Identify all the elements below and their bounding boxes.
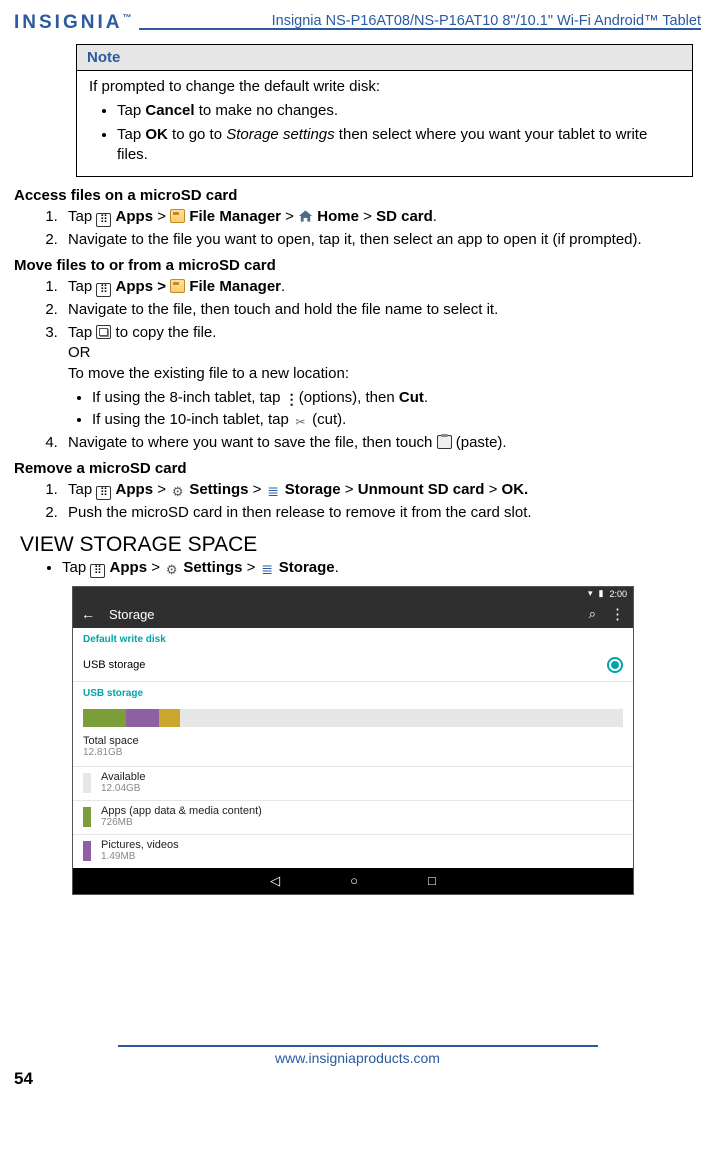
settings-icon	[170, 485, 185, 499]
move-step-2: Navigate to the file, then touch and hol…	[62, 300, 701, 320]
appbar-title: Storage	[109, 607, 575, 622]
move-step-3: Tap to copy the file. OR To move the exi…	[62, 323, 701, 430]
paste-icon	[437, 435, 452, 449]
storage-icon	[266, 485, 281, 499]
radio-selected-icon	[607, 657, 623, 673]
access-step-2: Navigate to the file you want to open, t…	[62, 230, 701, 250]
swatch-available	[83, 773, 91, 793]
row-pictures[interactable]: Pictures, videos1.49MB	[73, 835, 633, 868]
remove-step-2: Push the microSD card in then release to…	[62, 503, 701, 523]
row-total-space[interactable]: Total space 12.81GB	[73, 729, 633, 767]
remove-title: Remove a microSD card	[14, 460, 701, 477]
row-apps[interactable]: Apps (app data & media content)726MB	[73, 801, 633, 835]
search-icon[interactable]: ⌕	[589, 606, 596, 622]
move-step-4: Navigate to where you want to save the f…	[62, 433, 701, 453]
remove-step-1: Tap Apps > Settings > Storage > Unmount …	[62, 480, 701, 500]
section-usb-storage: USB storage	[73, 682, 633, 703]
app-bar: ← Storage ⌕ ⋮	[73, 600, 633, 628]
storage-screenshot: ▾ ▮ 2:00 ← Storage ⌕ ⋮ Default write dis…	[72, 586, 634, 895]
page-number: 54	[14, 1069, 701, 1089]
move-title: Move files to or from a microSD card	[14, 257, 701, 274]
nav-bar: ◁ ○ □	[73, 868, 633, 894]
apps-icon	[96, 486, 111, 500]
swatch-pictures	[83, 841, 91, 861]
settings-icon	[164, 563, 179, 577]
move-subintro: To move the existing file to a new locat…	[68, 364, 701, 384]
copy-icon	[96, 325, 111, 339]
note-title: Note	[77, 45, 692, 71]
move-sub-8inch: If using the 8-inch tablet, tap (options…	[92, 388, 701, 408]
row-usb-storage-radio[interactable]: USB storage	[73, 649, 633, 682]
page-footer: www.insigniaproducts.com	[14, 1045, 701, 1067]
status-bar: ▾ ▮ 2:00	[73, 587, 633, 600]
nav-home-icon[interactable]: ○	[350, 873, 358, 889]
swatch-apps	[83, 807, 91, 827]
access-step-1: Tap Apps > File Manager > Home > SD card…	[62, 207, 701, 227]
file-manager-icon	[170, 209, 185, 223]
view-step-1: Tap Apps > Settings > Storage.	[62, 559, 701, 578]
move-step-1: Tap Apps > File Manager.	[62, 277, 701, 297]
storage-bar	[83, 709, 623, 727]
brand-logo: INSIGNIA™	[14, 12, 131, 34]
battery-icon: ▮	[599, 588, 604, 599]
note-intro: If prompted to change the default write …	[89, 77, 680, 97]
cut-icon	[293, 415, 308, 429]
note-box: Note If prompted to change the default w…	[76, 44, 693, 177]
model-line: Insignia NS-P16AT08/NS-P16AT10 8"/10.1" …	[139, 13, 701, 29]
storage-icon	[260, 563, 275, 577]
clock: 2:00	[609, 589, 627, 599]
or-text: OR	[68, 343, 701, 363]
footer-url[interactable]: www.insigniaproducts.com	[275, 1050, 440, 1066]
apps-icon	[90, 564, 105, 578]
home-icon	[298, 209, 313, 223]
view-storage-heading: VIEW STORAGE SPACE	[20, 533, 701, 557]
note-item-cancel: Tap Cancel to make no changes.	[117, 101, 680, 121]
move-sub-10inch: If using the 10-inch tablet, tap (cut).	[92, 410, 701, 430]
nav-recent-icon[interactable]: □	[428, 873, 436, 889]
nav-back-icon[interactable]: ◁	[270, 873, 280, 889]
wifi-icon: ▾	[588, 588, 593, 599]
overflow-icon[interactable]: ⋮	[610, 605, 625, 623]
apps-icon	[96, 283, 111, 297]
row-available[interactable]: Available12.04GB	[73, 767, 633, 801]
access-title: Access files on a microSD card	[14, 187, 701, 204]
apps-icon	[96, 213, 111, 227]
section-default-write-disk: Default write disk	[73, 628, 633, 649]
back-icon[interactable]: ←	[81, 606, 95, 622]
page-header: INSIGNIA™ Insignia NS-P16AT08/NS-P16AT10…	[14, 12, 701, 34]
options-icon	[285, 393, 295, 407]
file-manager-icon	[170, 279, 185, 293]
note-item-ok: Tap OK to go to Storage settings then se…	[117, 125, 680, 166]
